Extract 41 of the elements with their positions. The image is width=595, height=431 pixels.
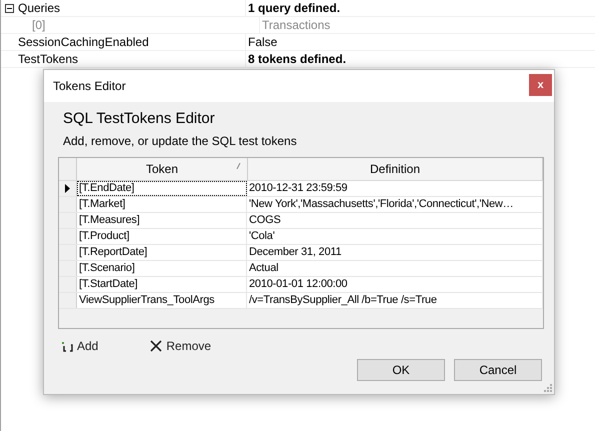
add-button[interactable]: Add: [61, 339, 98, 353]
table-cell[interactable]: December 31, 2011: [247, 245, 543, 260]
table-cell[interactable]: Actual: [247, 261, 543, 276]
table-cell[interactable]: 2010-01-01 12:00:00: [247, 277, 543, 292]
table-cell[interactable]: /v=TransBySupplier_All /b=True /s=True: [247, 293, 543, 308]
resize-grip-icon[interactable]: [544, 384, 552, 392]
close-button[interactable]: x: [529, 74, 552, 96]
column-header[interactable]: Token: [77, 158, 248, 180]
property-name: Queries: [18, 1, 60, 15]
table-cell[interactable]: [T.EndDate]: [77, 181, 247, 196]
window-title: Tokens Editor: [53, 79, 126, 93]
table-cell[interactable]: [T.Product]: [77, 229, 247, 244]
cancel-button[interactable]: Cancel: [454, 359, 542, 381]
row-header[interactable]: [59, 181, 77, 196]
table-cell[interactable]: [T.Measures]: [77, 213, 247, 228]
property-value: Transactions: [262, 18, 330, 32]
remove-button[interactable]: Remove: [150, 339, 212, 353]
add-icon: [61, 340, 73, 352]
table-cell[interactable]: [T.Market]: [77, 197, 247, 212]
collapse-icon[interactable]: [5, 4, 14, 12]
property-value: 1 query defined.: [248, 1, 340, 15]
current-row-icon: [65, 184, 70, 193]
property-name: [0]: [32, 18, 46, 32]
dialog-description: Add, remove, or update the SQL test tokens: [63, 134, 298, 148]
sort-icon: [236, 163, 241, 169]
table-cell[interactable]: 'New York','Massachusetts','Florida','Connecticut','New…: [247, 197, 543, 212]
table-cell[interactable]: 'Cola': [247, 229, 543, 244]
table-cell[interactable]: [T.ReportDate]: [77, 245, 247, 260]
table-cell[interactable]: [T.Scenario]: [77, 261, 247, 276]
property-name: TestTokens: [18, 52, 78, 66]
dialog-heading: SQL TestTokens Editor: [63, 110, 216, 128]
remove-icon: [150, 340, 162, 352]
property-value: 8 tokens defined.: [248, 52, 346, 66]
property-value: False: [248, 35, 278, 49]
ok-button[interactable]: OK: [357, 359, 445, 381]
property-name: SessionCachingEnabled: [18, 35, 149, 49]
column-header[interactable]: Definition: [248, 158, 543, 180]
table-cell[interactable]: COGS: [247, 213, 543, 228]
table-cell[interactable]: ViewSupplierTrans_ToolArgs: [77, 293, 247, 308]
table-cell[interactable]: [T.StartDate]: [77, 277, 247, 292]
table-cell[interactable]: 2010-12-31 23:59:59: [247, 181, 543, 196]
